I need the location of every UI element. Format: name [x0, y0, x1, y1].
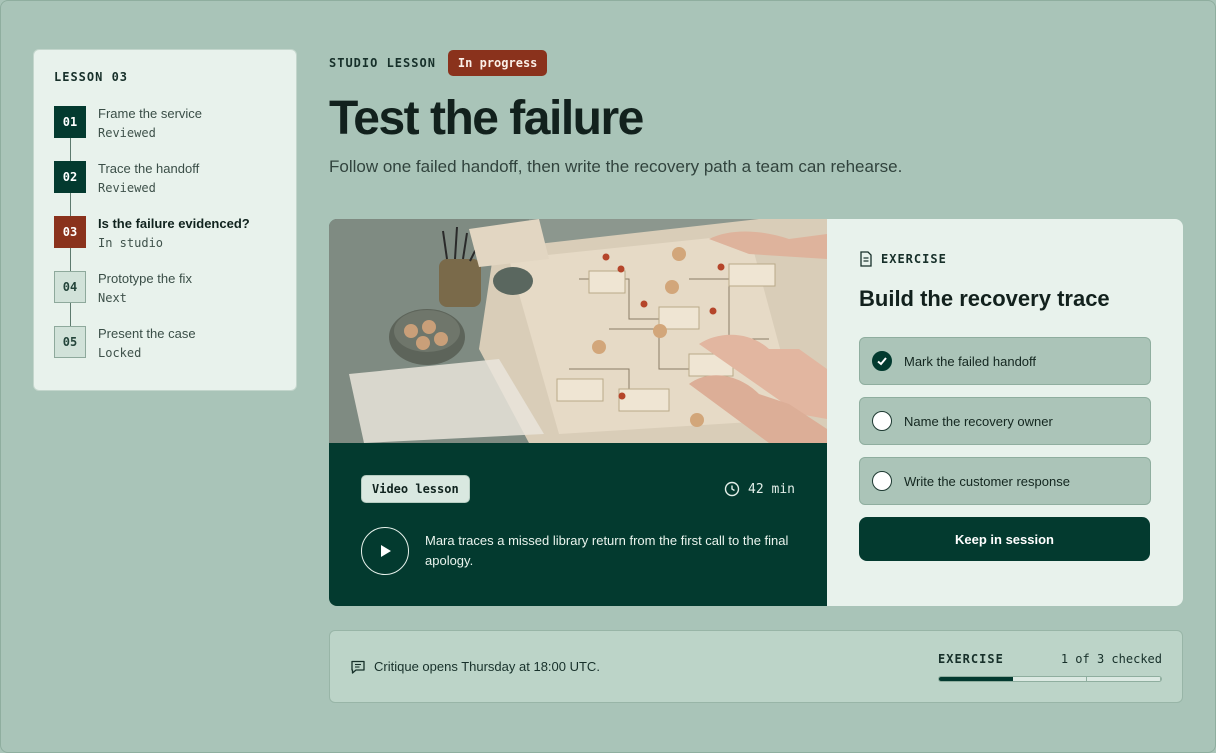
checklist-label: Mark the failed handoff [904, 353, 1037, 369]
clock-icon [724, 481, 740, 497]
play-button[interactable] [361, 527, 409, 575]
step-status: Next [98, 291, 127, 305]
progress-count: 1 of 3 checked [1060, 651, 1162, 666]
critique-notice: Critique opens Thursday at 18:00 UTC. [350, 659, 600, 675]
critique-bar: Critique opens Thursday at 18:00 UTC. EX… [329, 630, 1183, 703]
step-title: Is the failure evidenced? [98, 216, 250, 231]
step-status: Locked [98, 346, 142, 360]
header-eyebrow: STUDIO LESSON In progress [329, 49, 902, 77]
status-badge: In progress [447, 50, 548, 76]
lesson-card: Video lesson 42 min Mara traces a missed… [329, 219, 1183, 606]
step-title: Present the case [98, 326, 196, 341]
exercise-kicker: EXERCISE [859, 251, 1151, 267]
lesson-photo [329, 219, 827, 443]
step-1[interactable]: 01 Frame the service Reviewed [54, 106, 276, 161]
page-title: Test the failure [329, 92, 644, 145]
video-duration: 42 min [724, 481, 795, 497]
checkbox-unchecked[interactable] [872, 471, 892, 491]
step-title: Frame the service [98, 106, 203, 121]
progress-fill [939, 676, 1013, 681]
lesson-label: LESSON 03 [54, 70, 129, 84]
checklist-item-failed-handoff[interactable]: Mark the failed handoff [859, 337, 1151, 385]
step-status: In studio [98, 236, 164, 250]
lesson-steps: 01 Frame the service Reviewed 02 Trace t… [54, 106, 276, 381]
lesson-sidebar: LESSON 03 01 Frame the service Reviewed … [33, 49, 297, 391]
video-panel: Video lesson 42 min Mara traces a missed… [329, 219, 827, 606]
progress-segment [1087, 676, 1161, 681]
step-2[interactable]: 02 Trace the handoff Reviewed [54, 161, 276, 216]
step-number: 01 [54, 106, 86, 138]
step-title: Trace the handoff [98, 161, 200, 176]
checklist-label: Name the recovery owner [904, 413, 1053, 429]
step-number: 03 [54, 216, 86, 248]
checklist-item-recovery-owner[interactable]: Name the recovery owner [859, 397, 1151, 445]
progress-bar [938, 675, 1162, 682]
page-subtitle: Follow one failed handoff, then write th… [329, 157, 903, 176]
play-icon [381, 545, 391, 557]
step-5[interactable]: 05 Present the case Locked [54, 326, 276, 381]
step-number: 04 [54, 271, 86, 303]
exercise-checklist: Mark the failed handoff Name the recover… [859, 337, 1151, 505]
checkmark-icon [877, 357, 887, 366]
step-status: Reviewed [98, 126, 156, 140]
progress-label: EXERCISE [938, 651, 1004, 666]
step-3-current[interactable]: 03 Is the failure evidenced? In studio [54, 216, 276, 271]
keep-in-session-button[interactable]: Keep in session [859, 517, 1150, 561]
video-description: Mara traces a missed library return from… [425, 533, 789, 568]
step-4[interactable]: 04 Prototype the fix Next [54, 271, 276, 326]
step-number: 05 [54, 326, 86, 358]
progress-segment [1013, 676, 1087, 681]
exercise-progress: EXERCISE 1 of 3 checked [938, 652, 1162, 682]
document-icon [860, 251, 872, 267]
checklist-label: Write the customer response [904, 473, 1070, 489]
exercise-kicker-label: EXERCISE [881, 252, 947, 266]
studio-lesson-kicker: STUDIO LESSON [329, 56, 436, 70]
video-lesson-chip: Video lesson [361, 475, 470, 503]
step-number: 02 [54, 161, 86, 193]
checkbox-checked[interactable] [872, 351, 892, 371]
step-status: Reviewed [98, 181, 156, 195]
critique-text: Critique opens Thursday at 18:00 UTC. [374, 659, 600, 674]
exercise-panel: EXERCISE Build the recovery trace Mark t… [827, 219, 1183, 606]
video-info: Video lesson 42 min Mara traces a missed… [361, 475, 795, 575]
checklist-item-customer-response[interactable]: Write the customer response [859, 457, 1151, 505]
comment-icon [351, 660, 365, 674]
lesson-header: STUDIO LESSON In progress Test the failu… [329, 49, 902, 177]
checkbox-unchecked[interactable] [872, 411, 892, 431]
step-title: Prototype the fix [98, 271, 192, 286]
exercise-title: Build the recovery trace [859, 286, 1110, 311]
duration-text: 42 min [748, 481, 795, 497]
